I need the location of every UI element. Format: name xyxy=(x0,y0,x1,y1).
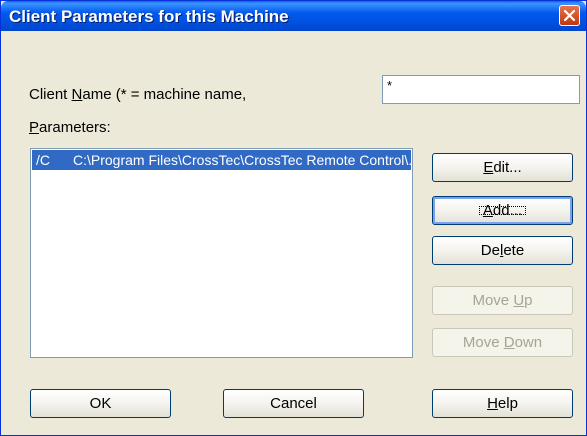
dialog-window: Client Parameters for this Machine Clien… xyxy=(0,0,587,436)
client-name-label: Client Name (* = machine name, xyxy=(29,86,247,103)
cancel-button[interactable]: Cancel xyxy=(223,389,364,418)
move-up-button[interactable]: Move Up xyxy=(432,286,573,315)
close-icon xyxy=(564,10,575,21)
list-item[interactable]: /C C:\Program Files\CrossTec\CrossTec Re… xyxy=(32,150,411,170)
close-button[interactable] xyxy=(559,5,580,26)
parameters-label: Parameters: xyxy=(29,119,111,136)
move-down-button[interactable]: Move Down xyxy=(432,328,573,357)
dialog-title: Client Parameters for this Machine xyxy=(9,7,289,26)
list-item-path: C:\Program Files\CrossTec\CrossTec Remot… xyxy=(73,152,411,168)
client-name-value: * xyxy=(387,78,393,93)
help-button[interactable]: Help xyxy=(432,389,573,418)
edit-button[interactable]: Edit... xyxy=(432,153,573,182)
title-bar[interactable]: Client Parameters for this Machine xyxy=(1,1,586,31)
add-button[interactable]: Add... xyxy=(432,196,573,225)
list-item-flag: /C xyxy=(36,152,50,168)
parameters-listbox[interactable]: /C C:\Program Files\CrossTec\CrossTec Re… xyxy=(30,148,413,358)
delete-button[interactable]: Delete xyxy=(432,236,573,265)
client-name-input[interactable]: * xyxy=(382,75,580,104)
ok-button[interactable]: OK xyxy=(30,389,171,418)
